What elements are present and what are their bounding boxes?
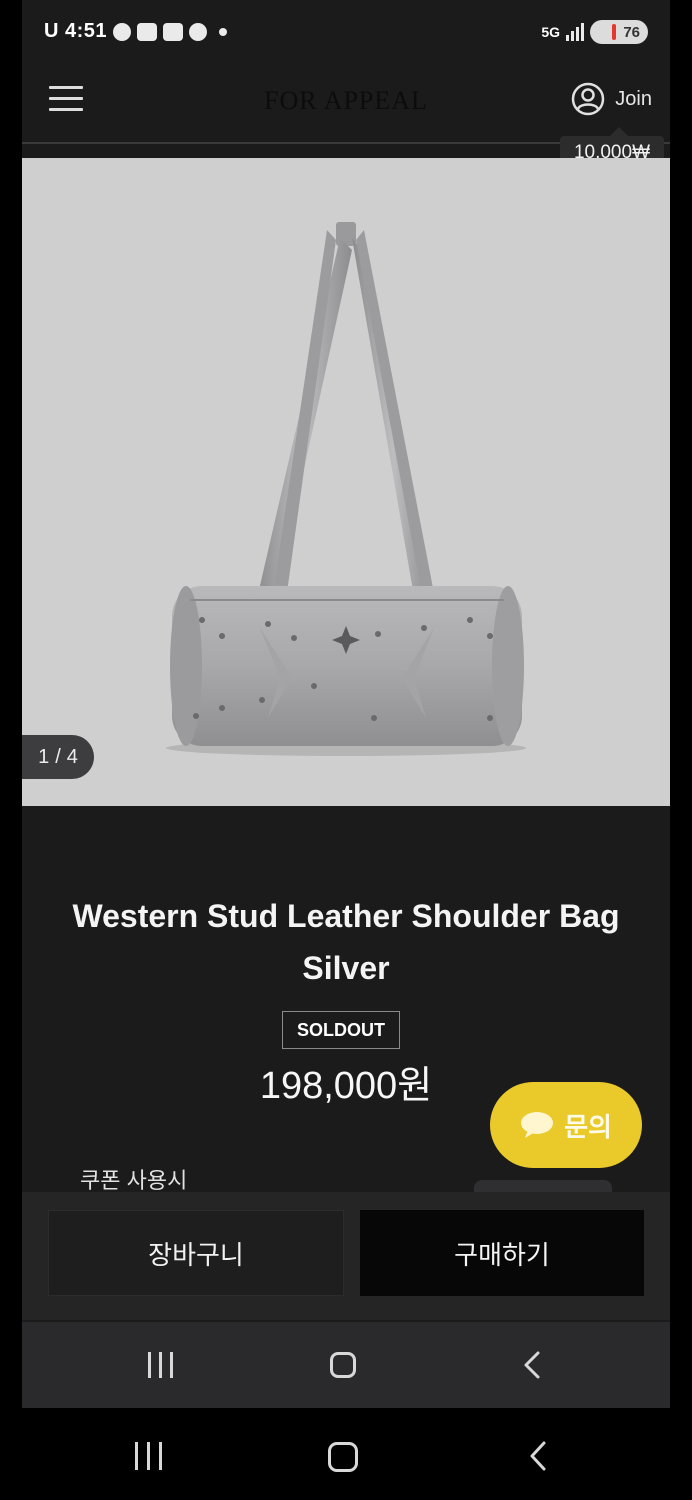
product-title: Western Stud Leather Shoulder Bag Silver — [72, 898, 620, 986]
chat-notification-icon — [137, 22, 158, 41]
site-header: FOR APPEAL Join — [22, 60, 670, 144]
more-notifications-icon — [219, 27, 228, 36]
soldout-badge: SOLDOUT — [282, 1011, 400, 1049]
inner-navigation-bar — [22, 1322, 670, 1408]
battery-level: 76 — [623, 23, 640, 41]
coupon-label: 쿠폰 사용시 — [80, 1168, 188, 1193]
system-navigation-bar — [0, 1408, 692, 1500]
status-bar: U 4:51 5G 76 — [22, 0, 670, 60]
alert-notification-icon — [163, 22, 184, 41]
network-type: 5G — [541, 24, 560, 40]
back-chevron-icon[interactable] — [518, 1350, 546, 1380]
inquiry-label: 문의 — [564, 1111, 612, 1142]
pager-separator: / — [55, 745, 61, 768]
app-screen: U 4:51 5G 76 FOR APPEAL Join 10,000₩ 1 /… — [22, 0, 670, 1408]
instagram-icon — [189, 22, 208, 41]
add-to-cart-button[interactable]: 장바구니 — [48, 1210, 344, 1296]
pager-total: 4 — [66, 745, 78, 768]
join-button[interactable]: Join — [571, 82, 652, 116]
product-image[interactable] — [22, 158, 670, 806]
status-time: U 4:51 — [44, 20, 108, 42]
recent-apps-icon[interactable] — [148, 1352, 173, 1378]
signal-icon — [566, 23, 584, 41]
image-pager: 1 / 4 — [22, 735, 94, 779]
bag-illustration — [166, 222, 526, 756]
system-back-chevron-icon[interactable] — [524, 1440, 552, 1472]
home-icon[interactable] — [330, 1352, 356, 1378]
chat-bubble-icon — [521, 1112, 554, 1138]
system-recent-apps-icon[interactable] — [135, 1442, 162, 1470]
status-left: U 4:51 — [44, 20, 228, 43]
join-label: Join — [615, 87, 652, 110]
buy-now-button[interactable]: 구매하기 — [360, 1210, 644, 1296]
action-bar: 장바구니 구매하기 — [22, 1192, 670, 1320]
pager-current: 1 — [38, 745, 50, 768]
user-circle-icon — [572, 82, 605, 116]
status-right: 5G 76 — [541, 20, 648, 44]
notification-icon — [113, 22, 132, 41]
inquiry-button[interactable]: 문의 — [490, 1082, 642, 1168]
battery-icon: 76 — [590, 20, 648, 44]
system-home-icon[interactable] — [328, 1442, 358, 1472]
